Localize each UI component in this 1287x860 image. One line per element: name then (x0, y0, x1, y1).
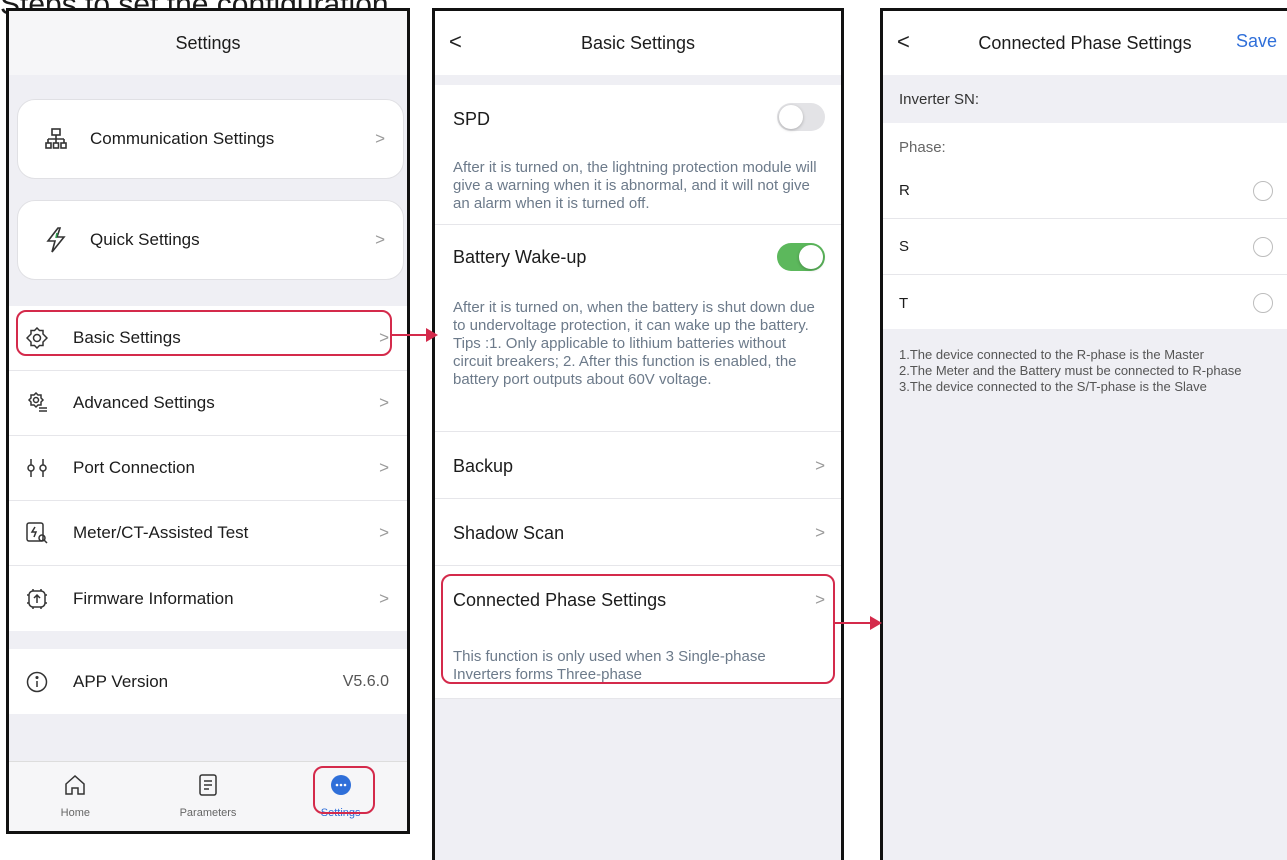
phase-option-label: S (899, 238, 910, 255)
advanced-gear-icon (25, 391, 49, 415)
spd-toggle[interactable] (777, 103, 825, 131)
battery-wakeup-description: After it is turned on, when the battery … (453, 299, 815, 388)
tab-parameters[interactable]: Parameters (142, 762, 275, 831)
shadow-scan-item[interactable]: Shadow Scan > (435, 499, 841, 566)
chevron-right-icon: > (379, 588, 389, 608)
chevron-right-icon: > (815, 523, 825, 542)
page-title: Connected Phase Settings (978, 32, 1192, 53)
arrow-to-basic-settings (392, 328, 438, 342)
lightning-icon (42, 226, 70, 254)
app-version-row: APP Version V5.6.0 (9, 649, 407, 714)
spd-section: SPD After it is turned on, the lightning… (435, 85, 841, 225)
app-version-box: APP Version V5.6.0 (9, 649, 407, 714)
app-version-label: APP Version (73, 671, 169, 691)
phase-option-s[interactable]: S (883, 219, 1287, 275)
highlight-connected-phase (441, 574, 835, 684)
tab-home-label: Home (60, 807, 90, 819)
app-version-value: V5.6.0 (342, 672, 389, 690)
radio-button[interactable] (1253, 293, 1273, 313)
battery-wakeup-title: Battery Wake-up (453, 247, 587, 267)
inverter-sn-row: Inverter SN: (883, 75, 1287, 123)
backup-item[interactable]: Backup > (435, 432, 841, 499)
tab-parameters-label: Parameters (179, 807, 237, 819)
port-connection-label: Port Connection (73, 458, 195, 477)
back-icon[interactable]: < (449, 29, 462, 55)
page-title: Settings (175, 32, 241, 53)
settings-screen: Settings Communication Settings > Quick … (6, 8, 410, 834)
firmware-icon (25, 587, 49, 611)
connected-phase-screen: < Connected Phase Settings Save Inverter… (880, 8, 1287, 860)
chevron-right-icon: > (375, 230, 385, 249)
radio-button[interactable] (1253, 236, 1273, 257)
back-icon[interactable]: < (897, 29, 910, 55)
chevron-right-icon: > (379, 523, 389, 542)
communication-settings-card[interactable]: Communication Settings > (17, 99, 404, 179)
chevron-right-icon: > (815, 456, 825, 475)
phase-option-r[interactable]: R (883, 163, 1287, 219)
phase-selector: Phase: R S T (883, 123, 1287, 329)
battery-wakeup-section: Battery Wake-up After it is turned on, w… (435, 225, 841, 432)
basic-settings-header: < Basic Settings (435, 11, 841, 75)
inverter-sn-label: Inverter SN: (899, 90, 980, 108)
info-icon (25, 670, 49, 694)
chevron-right-icon: > (379, 458, 389, 477)
meter-ct-test-item[interactable]: Meter/CT-Assisted Test > (9, 501, 407, 566)
spd-title: SPD (453, 109, 491, 129)
phase-option-t[interactable]: T (883, 275, 1287, 331)
phase-option-label: R (899, 182, 910, 199)
advanced-settings-label: Advanced Settings (73, 393, 215, 412)
radio-button[interactable] (1253, 180, 1273, 201)
shadow-scan-label: Shadow Scan (453, 523, 565, 543)
backup-label: Backup (453, 456, 514, 476)
basic-settings-screen: < Basic Settings SPD After it is turned … (432, 8, 844, 860)
page-title: Basic Settings (580, 32, 696, 53)
settings-header: Settings (9, 11, 407, 75)
tab-home[interactable]: Home (9, 762, 142, 831)
quick-settings-label: Quick Settings (90, 230, 200, 249)
spd-description: After it is turned on, the lightning pro… (453, 159, 817, 212)
chevron-right-icon: > (375, 129, 385, 148)
battery-wakeup-toggle[interactable] (777, 243, 825, 271)
phase-notes: 1.The device connected to the R-phase is… (899, 347, 1242, 394)
quick-settings-card[interactable]: Quick Settings > (17, 200, 404, 280)
phase-option-label: T (899, 294, 909, 312)
arrow-to-connected-phase (834, 616, 882, 630)
chevron-right-icon: > (379, 393, 389, 412)
connected-phase-header: < Connected Phase Settings Save (883, 11, 1287, 75)
highlight-basic-settings (16, 310, 392, 356)
advanced-settings-item[interactable]: Advanced Settings > (9, 371, 407, 436)
firmware-information-label: Firmware Information (73, 588, 234, 608)
communication-settings-label: Communication Settings (90, 129, 275, 148)
port-icon (25, 456, 49, 480)
home-icon (64, 774, 86, 801)
meter-test-icon (25, 521, 49, 545)
save-button[interactable]: Save (1236, 31, 1277, 52)
port-connection-item[interactable]: Port Connection > (9, 436, 407, 501)
highlight-settings-tab (313, 766, 375, 814)
meter-ct-test-label: Meter/CT-Assisted Test (73, 523, 249, 542)
document-icon (198, 774, 218, 801)
phase-label: Phase: (899, 139, 946, 156)
network-icon (42, 125, 70, 153)
firmware-information-item[interactable]: Firmware Information > (9, 566, 407, 631)
